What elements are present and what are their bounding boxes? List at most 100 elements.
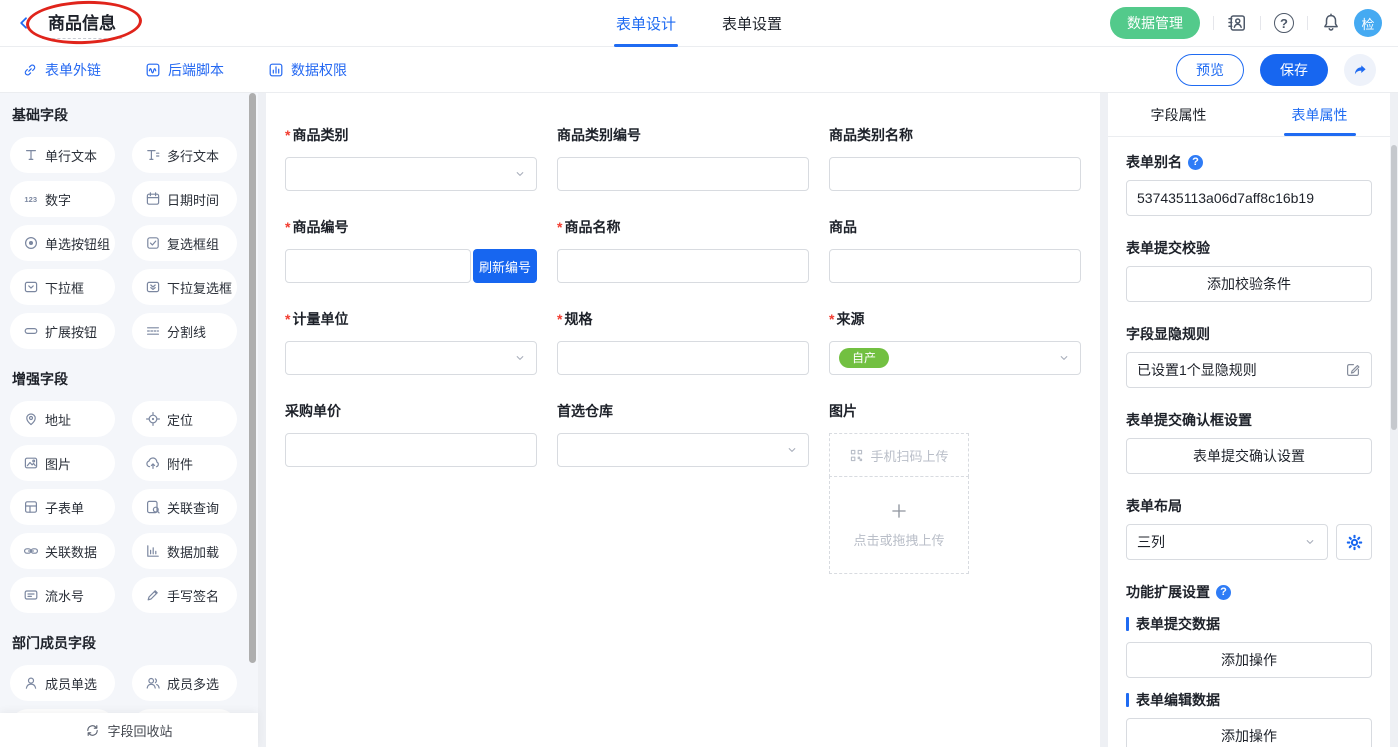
backend-script-link[interactable]: 后端脚本 (145, 60, 224, 80)
form-field[interactable]: 商品类别名称 (829, 125, 1081, 191)
avatar[interactable]: 检 (1354, 9, 1382, 37)
share-arrow-icon (1352, 62, 1368, 78)
text-input[interactable] (557, 249, 809, 283)
add-validation-button[interactable]: 添加校验条件 (1126, 266, 1372, 302)
layout-select[interactable]: 三列 (1126, 524, 1328, 560)
option-tag: 自产 (839, 348, 889, 368)
plus-icon (890, 502, 908, 520)
select-input[interactable] (285, 341, 537, 375)
form-field[interactable]: 商品 (829, 217, 1081, 283)
field-label: *来源 (829, 309, 1081, 329)
number-icon: 123 (23, 191, 39, 207)
form-field[interactable]: *计量单位 (285, 309, 537, 375)
field-item-image[interactable]: 图片 (10, 445, 115, 481)
select-input[interactable] (285, 157, 537, 191)
field-item-address[interactable]: 地址 (10, 401, 115, 437)
field-recycle-bin[interactable]: 字段回收站 (0, 713, 258, 747)
data-permission-link[interactable]: 数据权限 (268, 60, 347, 80)
field-item-linked-query[interactable]: 关联查询 (132, 489, 237, 525)
text-input[interactable] (829, 249, 1081, 283)
tab-form-design[interactable]: 表单设计 (616, 0, 676, 47)
field-item-member-single[interactable]: 成员单选 (10, 665, 115, 701)
visibility-rules-label: 字段显隐规则 (1126, 324, 1210, 344)
field-item-location[interactable]: 定位 (132, 401, 237, 437)
help-icon[interactable] (1216, 585, 1231, 600)
visibility-rules-box[interactable]: 已设置1个显隐规则 (1126, 352, 1372, 388)
field-item-label: 下拉复选框 (167, 278, 232, 297)
refresh-number-button[interactable]: 刷新编号 (473, 249, 537, 283)
field-item-label: 附件 (167, 454, 193, 473)
link-label: 后端脚本 (168, 60, 224, 80)
field-item-extension-button[interactable]: 扩展按钮 (10, 313, 115, 349)
text-input[interactable] (557, 157, 809, 191)
field-item-member-multi[interactable]: 成员多选 (132, 665, 237, 701)
submit-confirm-button[interactable]: 表单提交确认设置 (1126, 438, 1372, 474)
data-manage-button[interactable]: 数据管理 (1110, 7, 1200, 39)
field-item-radio-group[interactable]: 单选按钮组 (10, 225, 115, 261)
form-field[interactable]: *商品类别 (285, 125, 537, 191)
save-button[interactable]: 保存 (1260, 54, 1328, 86)
field-item-divider-line[interactable]: 分割线 (132, 313, 237, 349)
scan-upload-cell[interactable]: 手机扫码上传 (829, 433, 969, 477)
help-icon[interactable] (1274, 13, 1294, 33)
share-button[interactable] (1344, 54, 1376, 86)
field-item-label: 扩展按钮 (45, 322, 97, 341)
field-item-multi-line-text[interactable]: 多行文本 (132, 137, 237, 173)
form-field[interactable]: 首选仓库 (557, 401, 809, 574)
tab-form-properties[interactable]: 表单属性 (1249, 93, 1390, 136)
form-field[interactable]: *商品编号刷新编号 (285, 217, 537, 283)
location-icon (145, 411, 161, 427)
field-item-datetime[interactable]: 日期时间 (132, 181, 237, 217)
field-item-dropdown-multi[interactable]: 下拉复选框 (132, 269, 237, 305)
text-input[interactable] (557, 341, 809, 375)
field-item-subform[interactable]: 子表单 (10, 489, 115, 525)
back-icon[interactable] (16, 15, 32, 31)
field-label: *商品名称 (557, 217, 809, 237)
field-item-label: 多行文本 (167, 146, 219, 165)
select-input[interactable]: 自产 (829, 341, 1081, 375)
field-item-number[interactable]: 123数字 (10, 181, 115, 217)
select-input[interactable] (557, 433, 809, 467)
text-input[interactable] (285, 249, 471, 283)
field-item-label: 图片 (45, 454, 71, 473)
window-scrollbar[interactable] (1391, 145, 1397, 430)
contacts-icon[interactable] (1227, 13, 1247, 33)
field-item-linked-data[interactable]: 关联数据 (10, 533, 115, 569)
field-item-single-line-text[interactable]: 单行文本 (10, 137, 115, 173)
preview-button[interactable]: 预览 (1176, 54, 1244, 86)
field-item-attachment[interactable]: 附件 (132, 445, 237, 481)
form-field[interactable]: *来源自产 (829, 309, 1081, 375)
edit-icon[interactable] (1345, 362, 1361, 378)
layout-settings-button[interactable] (1336, 524, 1372, 560)
form-field[interactable]: 采购单价 (285, 401, 537, 574)
tab-form-settings[interactable]: 表单设置 (722, 0, 782, 47)
field-item-data-load[interactable]: 数据加载 (132, 533, 237, 569)
form-field[interactable]: *商品名称 (557, 217, 809, 283)
form-alias-input[interactable] (1126, 180, 1372, 216)
required-star: * (285, 219, 290, 235)
field-item-serial-number[interactable]: 流水号 (10, 577, 115, 613)
text-input[interactable] (829, 157, 1081, 191)
field-item-dropdown[interactable]: 下拉框 (10, 269, 115, 305)
drag-upload-cell[interactable]: 点击或拖拽上传 (829, 476, 969, 574)
form-field[interactable]: 商品类别编号 (557, 125, 809, 191)
field-item-label: 单选按钮组 (45, 234, 110, 253)
text-input[interactable] (285, 433, 537, 467)
tab-field-properties[interactable]: 字段属性 (1108, 93, 1249, 136)
field-item-signature[interactable]: 手写签名 (132, 577, 237, 613)
form-external-link[interactable]: 表单外链 (22, 60, 101, 80)
field-item-label: 复选框组 (167, 234, 219, 253)
bell-icon[interactable] (1321, 13, 1341, 33)
form-field[interactable]: *规格 (557, 309, 809, 375)
help-icon[interactable] (1188, 155, 1203, 170)
visibility-rules-value: 已设置1个显隐规则 (1137, 360, 1257, 380)
field-item-checkbox-group[interactable]: 复选框组 (132, 225, 237, 261)
divider (1307, 16, 1308, 30)
page-title: 商品信息 (42, 7, 122, 39)
add-edit-action-button[interactable]: 添加操作 (1126, 718, 1372, 747)
field-label: *计量单位 (285, 309, 537, 329)
field-item-label: 手写签名 (167, 586, 219, 605)
sidebar-scrollbar[interactable] (249, 93, 256, 663)
form-field[interactable]: 图片手机扫码上传点击或拖拽上传 (829, 401, 1081, 574)
add-submit-action-button[interactable]: 添加操作 (1126, 642, 1372, 678)
